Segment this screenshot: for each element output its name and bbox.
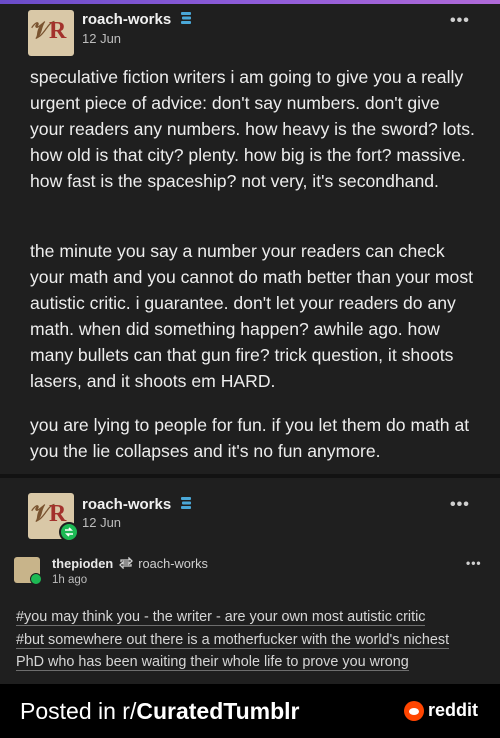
- reblog-attribution: thepioden roach-works: [52, 556, 208, 572]
- verified-badge-icon: [179, 11, 193, 29]
- username-text[interactable]: roach-works: [82, 496, 171, 513]
- posted-in-text: Posted in r/CuratedTumblr: [20, 698, 299, 725]
- post-paragraph-1: speculative fiction writers i am going t…: [30, 67, 475, 191]
- post-paragraph-2: the minute you say a number your readers…: [30, 241, 474, 391]
- tag-2-continued[interactable]: PhD who has been waiting their whole lif…: [16, 654, 409, 671]
- reblog-badge-icon: [30, 573, 42, 585]
- post-date: 12 Jun: [82, 31, 122, 46]
- reblogger-username[interactable]: thepioden: [52, 556, 113, 571]
- verified-badge-icon: [179, 496, 193, 514]
- reblog-time: 1h ago: [52, 574, 88, 586]
- post-date: 12 Jun: [82, 515, 122, 530]
- reblog-icon: [118, 556, 133, 572]
- post-paragraph-3: you are lying to people for fun. if you …: [30, 415, 470, 461]
- username-text[interactable]: roach-works: [82, 11, 171, 28]
- reddit-footer-banner: Posted in r/CuratedTumblr reddit: [0, 684, 500, 738]
- subreddit-name[interactable]: CuratedTumblr: [136, 698, 299, 724]
- reblog-badge-icon: [59, 522, 79, 542]
- avatar[interactable]: 𝒱R: [28, 10, 74, 56]
- post-username[interactable]: roach-works: [82, 496, 193, 514]
- avatar-monogram: 𝒱R: [31, 18, 66, 44]
- avatar-monogram: 𝒱R: [31, 501, 66, 527]
- post-divider: [0, 474, 500, 478]
- tag-2[interactable]: #but somewhere out there is a motherfuck…: [16, 631, 450, 649]
- reddit-wordmark: reddit: [428, 700, 479, 720]
- top-accent-bar: [0, 0, 500, 4]
- more-options-icon[interactable]: •••: [450, 12, 470, 30]
- more-options-icon[interactable]: •••: [466, 556, 482, 570]
- reblogged-from-username[interactable]: roach-works: [138, 556, 208, 571]
- reddit-snoo-icon: [404, 701, 424, 722]
- posted-in-prefix: Posted in r/: [20, 698, 137, 724]
- more-options-icon[interactable]: •••: [450, 496, 470, 514]
- reddit-logo: reddit: [404, 700, 479, 722]
- post-username[interactable]: roach-works: [82, 11, 193, 29]
- tag-1[interactable]: #you may think you - the writer - are yo…: [16, 609, 426, 626]
- tag-list: #you may think you - the writer - are yo…: [16, 606, 486, 674]
